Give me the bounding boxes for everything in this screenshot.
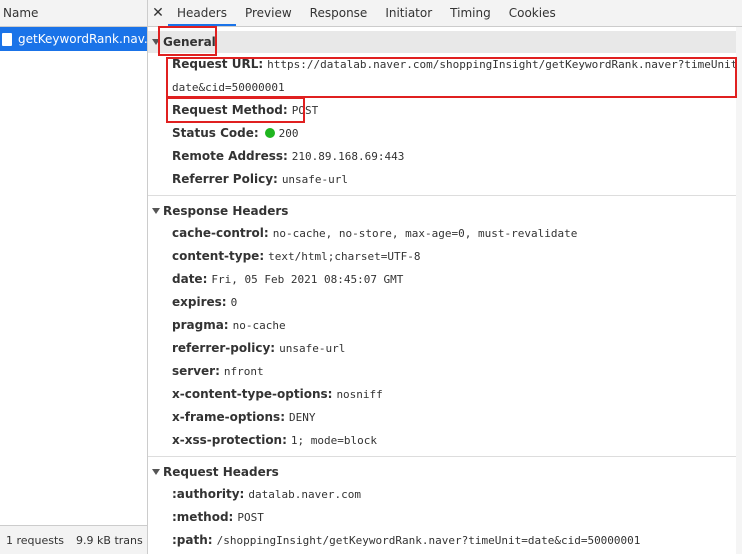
header-row: referrer-policy: unsafe-url bbox=[148, 337, 742, 360]
status-bar: 1 requests 9.9 kB trans bbox=[0, 525, 147, 554]
header-key: server: bbox=[172, 364, 220, 378]
header-row: x-frame-options: DENY bbox=[148, 406, 742, 429]
general-section-toggle[interactable]: General bbox=[148, 31, 742, 53]
request-name: getKeywordRank.nav... bbox=[18, 32, 147, 46]
document-icon bbox=[2, 32, 12, 46]
status-code-key: Status Code: bbox=[172, 126, 259, 140]
tab-timing[interactable]: Timing bbox=[441, 0, 500, 26]
status-code-value: 200 bbox=[278, 127, 299, 140]
header-key: cache-control: bbox=[172, 226, 269, 240]
tab-preview[interactable]: Preview bbox=[236, 0, 301, 26]
header-value: no-cache bbox=[232, 319, 286, 332]
header-key: :authority: bbox=[172, 487, 245, 501]
remote-address-value: 210.89.168.69:443 bbox=[291, 150, 405, 163]
header-key: content-type: bbox=[172, 249, 265, 263]
request-list-panel: Name getKeywordRank.nav... 1 requests 9.… bbox=[0, 0, 148, 554]
transfer-size: 9.9 kB trans bbox=[76, 533, 143, 547]
tab-response[interactable]: Response bbox=[301, 0, 377, 26]
name-column-header[interactable]: Name bbox=[0, 0, 147, 27]
header-row: cache-control: no-cache, no-store, max-ag… bbox=[148, 222, 742, 245]
header-key: date: bbox=[172, 272, 208, 286]
request-headers-toggle[interactable]: Request Headers bbox=[148, 461, 742, 483]
header-key: x-xss-protection: bbox=[172, 433, 287, 447]
referrer-policy-key: Referrer Policy: bbox=[172, 172, 278, 186]
header-value: text/html;charset=UTF-8 bbox=[268, 250, 421, 263]
expand-triangle-icon bbox=[152, 208, 160, 214]
header-key: expires: bbox=[172, 295, 227, 309]
header-row: pragma: no-cache bbox=[148, 314, 742, 337]
tab-cookies[interactable]: Cookies bbox=[500, 0, 565, 26]
remote-address-key: Remote Address: bbox=[172, 149, 288, 163]
header-value: 0 bbox=[230, 296, 238, 309]
status-ok-icon bbox=[264, 128, 275, 138]
header-row: :method: POST bbox=[148, 506, 742, 529]
section-divider bbox=[148, 195, 742, 196]
general-highlight-box bbox=[158, 26, 217, 56]
header-row: :path:/shoppingInsight/getKeywordRank.na… bbox=[148, 529, 742, 552]
request-headers-title: Request Headers bbox=[163, 465, 279, 479]
header-value: POST bbox=[237, 511, 264, 524]
tab-initiator[interactable]: Initiator bbox=[376, 0, 441, 26]
header-value: DENY bbox=[289, 411, 316, 424]
details-tabs: ✕ Headers Preview Response Initiator Tim… bbox=[148, 0, 742, 27]
header-row: expires: 0 bbox=[148, 291, 742, 314]
header-row: server: nfront bbox=[148, 360, 742, 383]
status-code-row: Status Code: 200 bbox=[148, 122, 742, 145]
close-icon[interactable]: ✕ bbox=[148, 0, 168, 26]
header-value: nfront bbox=[223, 365, 264, 378]
request-count: 1 requests bbox=[6, 533, 65, 547]
header-key: pragma: bbox=[172, 318, 229, 332]
expand-triangle-icon bbox=[152, 469, 160, 475]
header-key: x-frame-options: bbox=[172, 410, 285, 424]
header-value: Fri, 05 Feb 2021 08:45:07 GMT bbox=[211, 273, 404, 286]
header-value: unsafe-url bbox=[279, 342, 346, 355]
section-divider bbox=[148, 456, 742, 457]
response-headers-title: Response Headers bbox=[163, 204, 289, 218]
request-row[interactable]: getKeywordRank.nav... bbox=[0, 27, 147, 51]
header-value: nosniff bbox=[336, 388, 383, 401]
header-key: referrer-policy: bbox=[172, 341, 276, 355]
response-headers-list: cache-control: no-cache, no-store, max-ag… bbox=[148, 222, 742, 452]
header-value: datalab.naver.com bbox=[248, 488, 361, 501]
header-value: no-cache, no-store, max-age=0, must-reva… bbox=[272, 227, 578, 240]
request-method-highlight-box bbox=[166, 97, 305, 123]
header-row: :authority: datalab.naver.com bbox=[148, 483, 742, 506]
scrollbar[interactable] bbox=[736, 27, 742, 554]
header-key: x-content-type-options: bbox=[172, 387, 333, 401]
request-url-highlight-box bbox=[166, 57, 737, 98]
remote-address-row: Remote Address: 210.89.168.69:443 bbox=[148, 145, 742, 168]
referrer-policy-row: Referrer Policy: unsafe-url bbox=[148, 168, 742, 191]
header-row: content-type: text/html;charset=UTF-8 bbox=[148, 245, 742, 268]
header-row: x-content-type-options: nosniff bbox=[148, 383, 742, 406]
header-key: :path: bbox=[172, 533, 213, 547]
tab-headers[interactable]: Headers bbox=[168, 0, 236, 26]
response-headers-toggle[interactable]: Response Headers bbox=[148, 200, 742, 222]
referrer-policy-value: unsafe-url bbox=[281, 173, 349, 186]
header-row: date: Fri, 05 Feb 2021 08:45:07 GMT bbox=[148, 268, 742, 291]
header-row: x-xss-protection: 1; mode=block bbox=[148, 429, 742, 452]
header-value: 1; mode=block bbox=[290, 434, 377, 447]
header-value: /shoppingInsight/getKeywordRank.naver?ti… bbox=[216, 534, 641, 547]
header-key: :method: bbox=[172, 510, 234, 524]
request-headers-list: :authority: datalab.naver.com:method: POST… bbox=[148, 483, 742, 554]
